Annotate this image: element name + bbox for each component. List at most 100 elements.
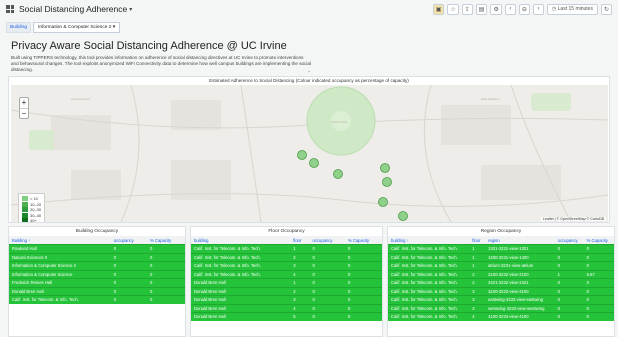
- zoom-out-button[interactable]: −: [20, 108, 28, 118]
- building-marker[interactable]: [309, 158, 319, 168]
- table-cell: Donald Bren Hall: [191, 312, 291, 321]
- table-cell: 0: [147, 269, 185, 278]
- time-forward-icon[interactable]: ›: [532, 3, 544, 15]
- gear-icon[interactable]: ⚙: [490, 3, 502, 15]
- column-header[interactable]: occupancy: [110, 236, 148, 244]
- table-cell: 3100-3233-view-3100: [485, 286, 555, 295]
- table-cell: Calif. Inst. for Telecom. & Info. Tech.: [191, 244, 291, 253]
- zoom-in-button[interactable]: +: [20, 98, 28, 108]
- column-header[interactable]: occupancy: [309, 236, 345, 244]
- table-cell: 0: [554, 252, 584, 261]
- building-marker[interactable]: [380, 163, 390, 173]
- refresh-icon[interactable]: ↻: [600, 3, 612, 15]
- building-marker[interactable]: [297, 150, 307, 160]
- legend-swatch: [22, 207, 28, 213]
- table-cell: 0: [344, 278, 382, 287]
- table-cell: 0: [344, 269, 382, 278]
- star-icon[interactable]: ☆: [447, 3, 459, 15]
- column-header[interactable]: occupancy: [554, 236, 584, 244]
- campus-map[interactable]: Campus Drive East Peltason Aldrich Park …: [11, 85, 608, 222]
- apps-icon[interactable]: [6, 5, 14, 13]
- table-row: Calif. Inst. for Telecom. & Info. Tech. 1…: [191, 244, 382, 253]
- table-cell: 0: [110, 261, 148, 270]
- table-cell: 0: [147, 252, 185, 261]
- table-row: Donald Bren Hall 4 0 0: [191, 303, 382, 312]
- table-cell: 3: [469, 286, 486, 295]
- table-cell: 1: [290, 278, 310, 287]
- legend-swatch: [22, 201, 28, 207]
- top-navbar: Social Distancing Adherence ▾ ▣ ☆ ⇪ ▤ ⚙ …: [0, 0, 618, 18]
- table-cell: 3: [290, 295, 310, 304]
- table-cell: atrium-3231-view-atrium: [485, 261, 555, 270]
- column-header[interactable]: floor: [469, 236, 486, 244]
- building-marker[interactable]: [398, 211, 408, 221]
- table-cell: 1: [469, 252, 486, 261]
- building-marker[interactable]: [378, 197, 388, 207]
- table-cell: Calif. Inst. for Telecom. & Info. Tech.: [191, 269, 291, 278]
- toolbar: ▣ ☆ ⇪ ▤ ⚙ ‹ ⊖ › ◷ Last 15 minutes ↻: [432, 3, 612, 15]
- floor-occupancy-title: Floor Occupancy: [268, 229, 305, 234]
- map-attribution[interactable]: Leaflet | © OpenStreetMap © CartoDB: [540, 217, 606, 221]
- legend-item: 20–30: [22, 207, 41, 213]
- table-cell: 0: [110, 244, 148, 253]
- column-header[interactable]: % Capacity: [147, 236, 185, 244]
- table-cell: Calif. Inst. for Telecom. & Info. Tech.: [388, 261, 470, 270]
- table-cell: eastwing-3233-view-eastwing: [485, 295, 555, 304]
- column-header[interactable]: % Capacity: [344, 236, 382, 244]
- zoom-control: + −: [19, 97, 29, 119]
- table-cell: 0: [583, 252, 614, 261]
- add-panel-icon[interactable]: ▣: [432, 3, 445, 15]
- chevron-down-icon[interactable]: ▾: [129, 6, 132, 13]
- building-occupancy-title: Building Occupancy: [75, 229, 119, 234]
- table-cell: 0: [344, 312, 382, 321]
- table-cell: 1: [554, 269, 584, 278]
- time-range-label: Last 15 minutes: [557, 6, 593, 12]
- column-header[interactable]: Building ↑: [9, 236, 111, 244]
- table-row: Donald Bren Hall 3 0 0: [191, 295, 382, 304]
- building-select[interactable]: Information & Computer Science 2 ▾: [33, 22, 121, 33]
- table-row: Calif. Inst. for Telecom. & Info. Tech. 2…: [388, 269, 614, 278]
- legend-label: < 10: [30, 196, 38, 202]
- table-cell: 3: [469, 295, 486, 304]
- table-cell: Donald Bren Hall: [9, 286, 111, 295]
- region-occupancy-panel: Region Occupancy building ↑ floor region oc…: [387, 226, 615, 337]
- table-row: Information & Computer Science 200: [9, 261, 185, 270]
- share-icon[interactable]: ⇪: [461, 3, 473, 15]
- table-cell: Calif. Inst. for Telecom. & Info. Tech.: [388, 278, 470, 287]
- legend-swatch: [22, 218, 28, 222]
- table-row: Calif. Inst. for Telecom. & Info. Tech. 0…: [9, 295, 185, 304]
- building-marker[interactable]: [382, 177, 392, 187]
- legend-item: 30–40: [22, 212, 41, 219]
- table-cell: Calif. Inst. for Telecom. & Info. Tech.: [191, 252, 291, 261]
- table-cell: westwing-3233-view-westwing: [485, 303, 555, 312]
- table-cell: 0: [309, 261, 345, 270]
- table-cell: Donald Bren Hall: [191, 303, 291, 312]
- column-header[interactable]: region: [485, 236, 555, 244]
- legend-label: 20–30: [30, 207, 42, 213]
- table-row: Natural Sciences II 0 0: [9, 252, 185, 261]
- column-header[interactable]: floor: [290, 236, 310, 244]
- column-header[interactable]: building: [191, 236, 291, 244]
- table-cell: 4: [290, 269, 310, 278]
- table-row: Calif. Inst. for Telecom. & Info. Tech. 2…: [388, 278, 614, 287]
- zoom-out-icon[interactable]: ⊖: [518, 3, 530, 15]
- column-header[interactable]: building ↑: [388, 236, 470, 244]
- save-icon[interactable]: ▤: [475, 3, 488, 15]
- table-cell: Calif. Inst. for Telecom. & Info. Tech.: [388, 269, 470, 278]
- table-cell: Donald Bren Hall: [191, 278, 291, 287]
- time-range-picker[interactable]: ◷ Last 15 minutes: [546, 3, 598, 15]
- dashboard-title[interactable]: Social Distancing Adherence: [19, 4, 127, 14]
- table-cell: Information & Computer Science: [9, 269, 111, 278]
- table-cell: 0: [344, 244, 382, 253]
- table-row: Frederick Reines Hall 0 0: [9, 278, 185, 287]
- table-cell: 0: [344, 303, 382, 312]
- table-row: Calif. Inst. for Telecom. & Info. Tech. 3…: [388, 303, 614, 312]
- table-cell: 5: [290, 312, 310, 321]
- time-back-icon[interactable]: ‹: [504, 3, 516, 15]
- table-cell: 6.67: [583, 269, 614, 278]
- table-cell: 0: [554, 278, 584, 287]
- building-marker[interactable]: [333, 169, 343, 179]
- column-header[interactable]: % Capacity: [583, 236, 614, 244]
- table-cell: 0: [583, 303, 614, 312]
- collapse-row-icon[interactable]: ⌄: [307, 68, 311, 74]
